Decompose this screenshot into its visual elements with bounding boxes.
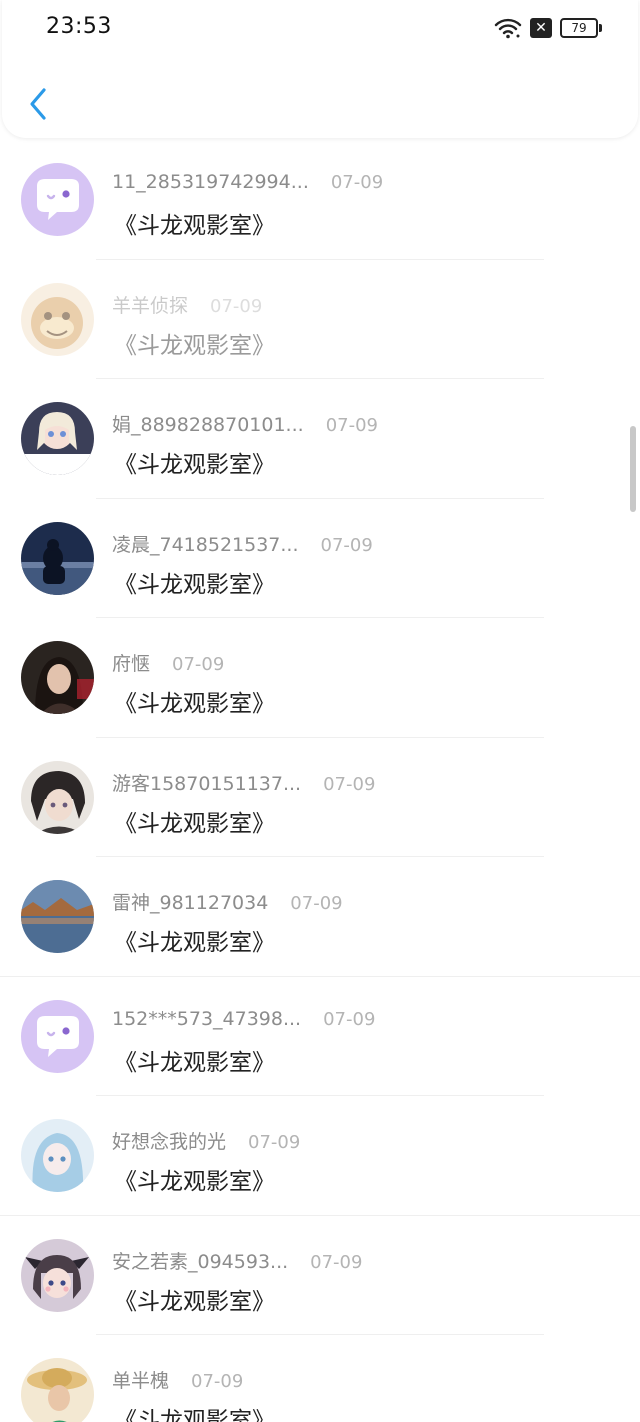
message-text: 《斗龙观影室》 <box>114 930 275 956</box>
username[interactable]: 152***573_47398... <box>112 1008 301 1030</box>
scrollbar[interactable] <box>630 426 636 512</box>
username[interactable]: 娟_889828870101... <box>112 414 304 436</box>
username[interactable]: 雷神_981127034 <box>112 892 268 914</box>
username[interactable]: 游客15870151137... <box>112 773 301 795</box>
wifi-icon <box>494 18 522 39</box>
date: 07-09 <box>323 1008 376 1030</box>
item-meta: 单半槐 07-09 <box>112 1366 600 1392</box>
message-text: 《斗龙观影室》 <box>114 571 275 598</box>
date: 07-09 <box>210 295 263 317</box>
avatar[interactable] <box>21 1119 94 1192</box>
list-item[interactable]: 府惬 07-09 《斗龙观影室》 <box>0 618 640 738</box>
username[interactable]: 好想念我的光 <box>112 1131 226 1153</box>
list-item[interactable]: 游客15870151137... 07-09 《斗龙观影室》 <box>0 738 640 857</box>
no-sim-icon: ✕ <box>530 18 552 38</box>
username[interactable]: 羊羊侦探 <box>112 295 188 317</box>
status-time: 23:53 <box>46 14 112 39</box>
item-meta: 好想念我的光 07-09 <box>112 1127 600 1153</box>
avatar[interactable] <box>21 760 94 834</box>
battery-icon: 79 <box>560 18 602 38</box>
message-list: 11_285319742994... 07-09 《斗龙观影室》 羊羊侦探 07-09 《… <box>0 140 640 1422</box>
item-meta: 府惬 07-09 <box>112 649 600 675</box>
avatar[interactable] <box>21 1358 94 1422</box>
list-item[interactable]: 152***573_47398... 07-09 《斗龙观影室》 <box>0 977 640 1096</box>
message-text: 《斗龙观影室》 <box>114 1169 275 1195</box>
avatar[interactable] <box>21 1238 94 1312</box>
list-item[interactable]: 11_285319742994... 07-09 《斗龙观影室》 <box>0 140 640 260</box>
date: 07-09 <box>290 893 343 914</box>
username[interactable]: 安之若素_094593... <box>112 1251 288 1273</box>
date: 07-09 <box>172 654 225 675</box>
avatar[interactable] <box>21 641 94 714</box>
username[interactable]: 凌晨_7418521537... <box>112 534 299 556</box>
avatar[interactable] <box>21 999 94 1073</box>
date: 07-09 <box>320 534 373 556</box>
list-item[interactable]: 安之若素_094593... 07-09 《斗龙观影室》 <box>0 1216 640 1335</box>
list-item[interactable]: 雷神_981127034 07-09 《斗龙观影室》 <box>0 857 640 977</box>
message-text: 《斗龙观影室》 <box>114 691 275 717</box>
message-text: 《斗龙观影室》 <box>114 1408 275 1422</box>
message-text: 《斗龙观影室》 <box>114 213 275 239</box>
message-text: 《斗龙观影室》 <box>114 452 275 478</box>
chevron-left-icon <box>30 88 46 120</box>
date: 07-09 <box>248 1132 301 1153</box>
date: 07-09 <box>325 415 378 436</box>
item-meta: 安之若素_094593... 07-09 <box>112 1247 600 1273</box>
username[interactable]: 11_285319742994... <box>112 171 309 193</box>
date: 07-09 <box>330 172 384 193</box>
item-meta: 羊羊侦探 07-09 <box>112 291 600 317</box>
list-item[interactable]: 好想念我的光 07-09 《斗龙观影室》 <box>0 1096 640 1216</box>
date: 07-09 <box>191 1371 244 1392</box>
date: 07-09 <box>323 773 376 795</box>
avatar[interactable] <box>21 163 94 236</box>
message-text: 《斗龙观影室》 <box>114 1288 275 1315</box>
avatar[interactable] <box>21 282 94 356</box>
item-meta: 雷神_981127034 07-09 <box>112 888 600 914</box>
username[interactable]: 府惬 <box>112 653 150 675</box>
date: 07-09 <box>310 1251 363 1273</box>
avatar[interactable] <box>21 521 94 595</box>
message-text: 《斗龙观影室》 <box>114 1049 275 1076</box>
item-meta: 11_285319742994... 07-09 <box>112 171 600 197</box>
list-item[interactable]: 单半槐 07-09 《斗龙观影室》 <box>0 1335 640 1422</box>
avatar[interactable] <box>21 402 94 475</box>
status-icons: ✕ 79 <box>494 17 602 39</box>
item-meta: 娟_889828870101... 07-09 <box>112 410 600 436</box>
battery-level: 79 <box>571 21 587 35</box>
header: 23:53 ✕ 79 <box>2 0 638 138</box>
item-meta: 游客15870151137... 07-09 <box>112 769 600 795</box>
list-item[interactable]: 娟_889828870101... 07-09 《斗龙观影室》 <box>0 379 640 499</box>
message-text: 《斗龙观影室》 <box>114 332 275 359</box>
avatar[interactable] <box>21 880 94 953</box>
username[interactable]: 单半槐 <box>112 1370 169 1392</box>
screen: 23:53 ✕ 79 11_285319742994... 07-09 《斗龙观影室… <box>0 0 640 1422</box>
back-button[interactable] <box>20 84 56 124</box>
item-meta: 152***573_47398... 07-09 <box>112 1008 600 1034</box>
list-item[interactable]: 羊羊侦探 07-09 《斗龙观影室》 <box>0 260 640 379</box>
list-item[interactable]: 凌晨_7418521537... 07-09 《斗龙观影室》 <box>0 499 640 618</box>
message-text: 《斗龙观影室》 <box>114 810 275 837</box>
item-meta: 凌晨_7418521537... 07-09 <box>112 530 600 556</box>
